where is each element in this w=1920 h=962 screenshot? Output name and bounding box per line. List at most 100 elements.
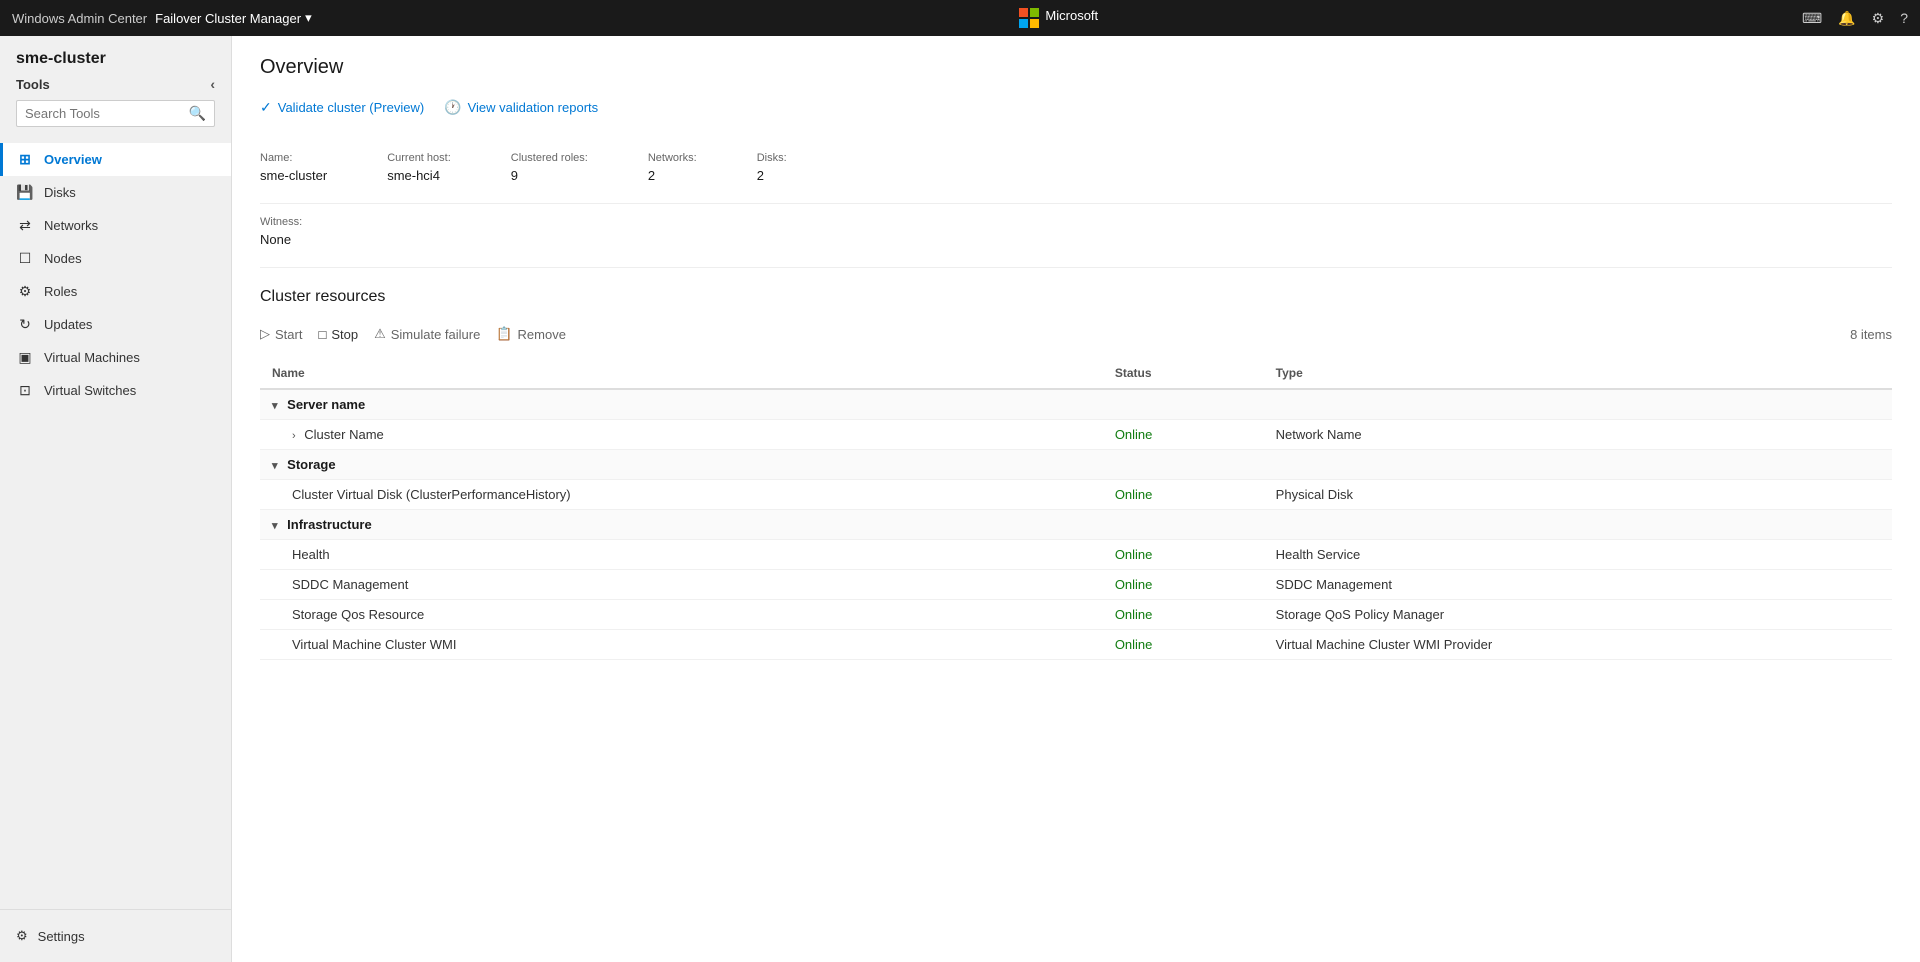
info-disks: Disks: 2 <box>757 152 847 183</box>
status-badge: Online <box>1115 637 1153 652</box>
sidebar-item-label: Virtual Switches <box>44 383 136 398</box>
module-selector[interactable]: Failover Cluster Manager ▾ <box>155 10 315 26</box>
topbar-center: Microsoft <box>316 8 1802 28</box>
type-cell: Virtual Machine Cluster WMI Provider <box>1264 630 1892 660</box>
table-row[interactable]: SDDC Management Online SDDC Management <box>260 570 1892 600</box>
terminal-icon[interactable]: ⌨ <box>1802 10 1822 27</box>
sidebar-item-virtual-machines[interactable]: ▣ Virtual Machines <box>0 341 231 374</box>
sidebar-header: sme-cluster Tools ‹ 🔍 <box>0 36 231 143</box>
type-cell: Physical Disk <box>1264 480 1892 510</box>
name-value: sme-cluster <box>260 168 327 183</box>
topbar-actions: ⌨ 🔔 ⚙ ? <box>1802 10 1908 27</box>
disks-label: Disks: <box>757 152 787 164</box>
settings-icon: ⚙ <box>16 928 28 944</box>
disks-value: 2 <box>757 168 787 183</box>
resource-toolbar: ▷ Start □ Stop ⚠ Simulate failure 📋 Remo… <box>260 322 1892 346</box>
witness-value: None <box>260 232 1892 247</box>
sidebar-footer: ⚙ Settings <box>0 909 231 962</box>
collapse-server-icon[interactable]: ▾ <box>272 400 278 412</box>
host-label: Current host: <box>387 152 451 164</box>
search-box[interactable]: 🔍 <box>16 100 215 127</box>
view-reports-button[interactable]: 🕐 View validation reports <box>444 95 598 120</box>
col-type: Type <box>1264 358 1892 389</box>
sidebar-item-label: Networks <box>44 218 98 233</box>
sidebar-item-nodes[interactable]: ☐ Nodes <box>0 242 231 275</box>
validate-cluster-button[interactable]: ✓ Validate cluster (Preview) <box>260 95 424 120</box>
disks-icon: 💾 <box>16 184 34 201</box>
microsoft-logo <box>1019 8 1039 28</box>
vm-icon: ▣ <box>16 349 34 366</box>
roles-label: Clustered roles: <box>511 152 588 164</box>
host-value: sme-hci4 <box>387 168 451 183</box>
type-cell: SDDC Management <box>1264 570 1892 600</box>
name-label: Name: <box>260 152 327 164</box>
table-row[interactable]: Cluster Virtual Disk (ClusterPerformance… <box>260 480 1892 510</box>
sidebar-item-overview[interactable]: ⊞ Overview <box>0 143 231 176</box>
table-row[interactable]: Health Online Health Service <box>260 540 1892 570</box>
info-networks: Networks: 2 <box>648 152 757 183</box>
overview-icon: ⊞ <box>16 151 34 168</box>
info-host: Current host: sme-hci4 <box>387 152 511 183</box>
table-row[interactable]: Storage Qos Resource Online Storage QoS … <box>260 600 1892 630</box>
vs-icon: ⊡ <box>16 382 34 399</box>
item-count: 8 items <box>1850 327 1892 342</box>
sidebar-item-roles[interactable]: ⚙ Roles <box>0 275 231 308</box>
simulate-button[interactable]: ⚠ Simulate failure <box>374 322 480 346</box>
type-cell: Storage QoS Policy Manager <box>1264 600 1892 630</box>
group-storage[interactable]: ▾ Storage <box>260 450 1892 480</box>
collapse-infra-icon[interactable]: ▾ <box>272 520 278 532</box>
sidebar-item-label: Roles <box>44 284 77 299</box>
collapse-storage-icon[interactable]: ▾ <box>272 460 278 472</box>
sidebar-item-updates[interactable]: ↻ Updates <box>0 308 231 341</box>
sidebar-item-virtual-switches[interactable]: ⊡ Virtual Switches <box>0 374 231 407</box>
col-name: Name <box>260 358 1103 389</box>
sidebar-item-label: Virtual Machines <box>44 350 140 365</box>
notifications-icon[interactable]: 🔔 <box>1838 10 1855 27</box>
nodes-icon: ☐ <box>16 250 34 267</box>
collapse-icon[interactable]: ‹ <box>210 76 215 92</box>
sidebar-item-networks[interactable]: ⇄ Networks <box>0 209 231 242</box>
topbar: Windows Admin Center Failover Cluster Ma… <box>0 0 1920 36</box>
app-title: Windows Admin Center <box>12 11 147 26</box>
reports-label: View validation reports <box>468 100 599 115</box>
roles-icon: ⚙ <box>16 283 34 300</box>
start-button[interactable]: ▷ Start <box>260 322 302 346</box>
checkmark-icon: ✓ <box>260 99 272 116</box>
expand-cluster-name-icon[interactable]: › <box>292 430 296 442</box>
status-badge: Online <box>1115 577 1153 592</box>
networks-label: Networks: <box>648 152 697 164</box>
updates-icon: ↻ <box>16 316 34 333</box>
help-icon[interactable]: ? <box>1900 10 1908 26</box>
sidebar: sme-cluster Tools ‹ 🔍 ⊞ Overview 💾 Disks… <box>0 36 232 962</box>
roles-value: 9 <box>511 168 588 183</box>
group-server-name[interactable]: ▾ Server name <box>260 389 1892 420</box>
remove-icon: 📋 <box>496 326 512 342</box>
col-status: Status <box>1103 358 1264 389</box>
stop-icon: □ <box>318 327 326 342</box>
settings-icon[interactable]: ⚙ <box>1872 10 1885 27</box>
search-input[interactable] <box>25 106 189 121</box>
stop-button[interactable]: □ Stop <box>318 323 358 346</box>
status-badge: Online <box>1115 547 1153 562</box>
witness-row: Witness: None <box>260 216 1892 268</box>
status-badge: Online <box>1115 607 1153 622</box>
status-badge: Online <box>1115 427 1153 442</box>
tools-label: Tools ‹ <box>16 76 215 92</box>
type-cell: Health Service <box>1264 540 1892 570</box>
table-row[interactable]: › Cluster Name Online Network Name <box>260 420 1892 450</box>
sidebar-item-disks[interactable]: 💾 Disks <box>0 176 231 209</box>
warning-icon: ⚠ <box>374 326 386 342</box>
group-infrastructure[interactable]: ▾ Infrastructure <box>260 510 1892 540</box>
settings-label: Settings <box>38 929 85 944</box>
main-toolbar: ✓ Validate cluster (Preview) 🕐 View vali… <box>260 95 1892 132</box>
remove-button[interactable]: 📋 Remove <box>496 322 566 346</box>
witness-label: Witness: <box>260 216 1892 228</box>
nav-items: ⊞ Overview 💾 Disks ⇄ Networks ☐ Nodes ⚙ … <box>0 143 231 909</box>
table-row[interactable]: Virtual Machine Cluster WMI Online Virtu… <box>260 630 1892 660</box>
sidebar-item-label: Disks <box>44 185 76 200</box>
play-icon: ▷ <box>260 326 270 342</box>
settings-item[interactable]: ⚙ Settings <box>16 922 215 950</box>
type-cell: Network Name <box>1264 420 1892 450</box>
module-chevron: ▾ <box>305 10 312 26</box>
cluster-name: sme-cluster <box>16 50 215 68</box>
